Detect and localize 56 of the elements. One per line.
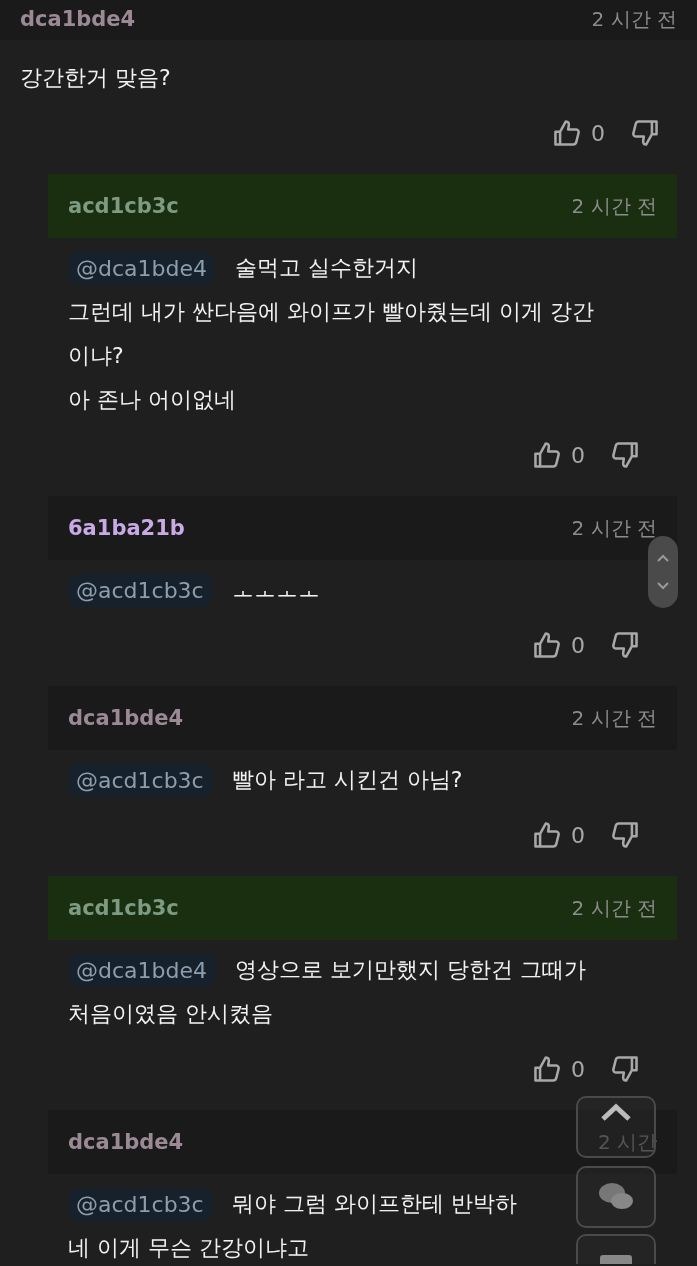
- thumbs-up-icon: [533, 440, 561, 470]
- like-count: 0: [571, 632, 585, 658]
- thumbs-down-icon: [611, 630, 639, 660]
- comment-text: 그런데 내가 싼다음에 와이프가 빨아줬는데 이게 강간: [68, 298, 594, 326]
- mention-tag[interactable]: @acd1cb3c: [68, 573, 212, 607]
- comment-text: ㅗㅗㅗㅗ: [231, 576, 320, 604]
- mention-tag[interactable]: @dca1bde4: [68, 251, 215, 285]
- comment-text: 뭐야 그럼 와이프한테 반박하: [231, 1190, 517, 1218]
- comment-time: 2 시간 전: [571, 704, 657, 732]
- like-count: 0: [571, 822, 585, 848]
- thumbs-down-icon: [611, 440, 639, 470]
- dislike-button[interactable]: [611, 820, 639, 850]
- comment-time: 2 시간 전: [571, 514, 657, 542]
- like-count: 0: [591, 120, 605, 146]
- dislike-button[interactable]: [611, 630, 639, 660]
- comment-author: dca1bde4: [68, 1130, 184, 1154]
- comment-text: 빨아 라고 시킨건 아님?: [231, 766, 463, 794]
- dislike-button[interactable]: [611, 1054, 639, 1084]
- dislike-button[interactable]: [611, 440, 639, 470]
- comment-time: 2 시간 전: [571, 894, 657, 922]
- comment-text: 영상으로 보기만했지 당한건 그때가: [235, 956, 586, 984]
- thumbs-down-icon: [611, 1054, 639, 1084]
- comment-author: acd1cb3c: [68, 896, 179, 920]
- comment-text: 이냐?: [68, 342, 124, 370]
- mention-tag[interactable]: @acd1cb3c: [68, 1187, 212, 1221]
- like-count: 0: [571, 442, 585, 468]
- comment-time: 2 시간 전: [591, 5, 677, 33]
- thumbs-down-icon: [631, 118, 659, 148]
- chevron-up-icon: [599, 1102, 633, 1122]
- thumbs-up-icon: [533, 820, 561, 850]
- mention-tag[interactable]: @dca1bde4: [68, 953, 215, 987]
- thumbs-up-icon: [533, 630, 561, 660]
- like-button[interactable]: [533, 1054, 561, 1084]
- comment-text: 아 존나 어이없네: [68, 386, 236, 414]
- scroll-top-button[interactable]: [576, 1096, 656, 1158]
- like-button[interactable]: [533, 630, 561, 660]
- thumbs-up-icon: [533, 1054, 561, 1084]
- comment-author: 6a1ba21b: [68, 516, 185, 540]
- comment-text: 네 이게 무슨 간강이냐고: [68, 1234, 309, 1262]
- like-button[interactable]: [553, 118, 581, 148]
- comment-author: dca1bde4: [20, 7, 136, 31]
- comment-time: 2 시간 전: [571, 192, 657, 220]
- comments-button[interactable]: [576, 1166, 656, 1228]
- thumbs-down-icon: [611, 820, 639, 850]
- scroll-handle[interactable]: [648, 536, 678, 608]
- like-button[interactable]: [533, 440, 561, 470]
- comment-text: 술먹고 실수한거지: [235, 254, 418, 282]
- comment-text: 처음이였음 안시켰음: [68, 1000, 273, 1028]
- thumbs-up-icon: [553, 118, 581, 148]
- comment-author: acd1cb3c: [68, 194, 179, 218]
- mention-tag[interactable]: @acd1cb3c: [68, 763, 212, 797]
- like-button[interactable]: [533, 820, 561, 850]
- like-count: 0: [571, 1056, 585, 1082]
- comment-text: 강간한거 맞음?: [20, 64, 171, 92]
- comment-author: dca1bde4: [68, 706, 184, 730]
- dislike-button[interactable]: [631, 118, 659, 148]
